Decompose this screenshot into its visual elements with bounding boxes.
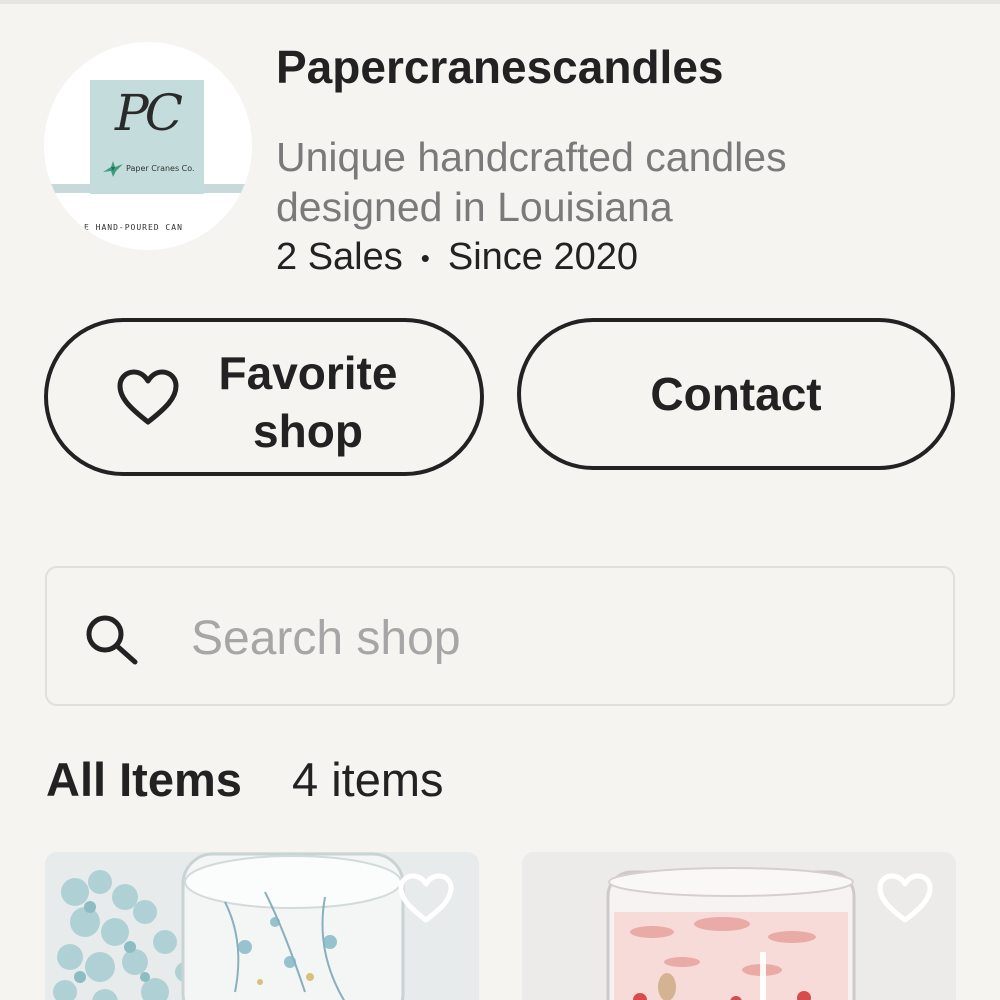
- paper-crane-icon: [103, 161, 123, 177]
- favorite-heart-icon[interactable]: [397, 872, 455, 924]
- top-divider: [0, 0, 1000, 4]
- sales-count: 2 Sales: [276, 236, 403, 278]
- all-items-heading[interactable]: All Items: [46, 752, 242, 807]
- items-count: 4 items: [292, 753, 444, 806]
- search-input[interactable]: [189, 604, 913, 672]
- shop-page: PC Paper Cranes Co. E HAND-POURED CAN Pa…: [0, 0, 1000, 1000]
- stats-separator: •: [420, 243, 430, 274]
- logo-rule-left: [44, 184, 90, 193]
- contact-label: Contact: [650, 368, 822, 420]
- search-icon: [86, 615, 138, 665]
- favorite-shop-label: Favorite shop: [218, 347, 398, 457]
- logo-initials: PC: [115, 84, 183, 142]
- shop-logo[interactable]: PC Paper Cranes Co. E HAND-POURED CAN: [44, 42, 252, 250]
- search-shop-box[interactable]: [45, 566, 955, 706]
- shop-stats: 2 Sales • Since 2020: [276, 236, 638, 279]
- logo-rule-right: [204, 184, 252, 193]
- contact-button[interactable]: Contact: [517, 318, 955, 470]
- listing-card[interactable]: [45, 852, 479, 1000]
- favorite-heart-icon[interactable]: [876, 872, 934, 924]
- listing-card[interactable]: [522, 852, 956, 1000]
- favorite-shop-button[interactable]: Favorite shop: [44, 318, 484, 476]
- logo-tagline: E HAND-POURED CAN: [84, 223, 183, 232]
- logo-badge: PC Paper Cranes Co.: [90, 80, 204, 194]
- shop-name: Papercranescandles: [276, 41, 724, 93]
- logo-brand-name: Paper Cranes Co.: [126, 164, 195, 173]
- shop-description: Unique handcrafted candles designed in L…: [276, 134, 787, 230]
- heart-outline-icon: [117, 369, 179, 425]
- since-year: Since 2020: [447, 236, 639, 278]
